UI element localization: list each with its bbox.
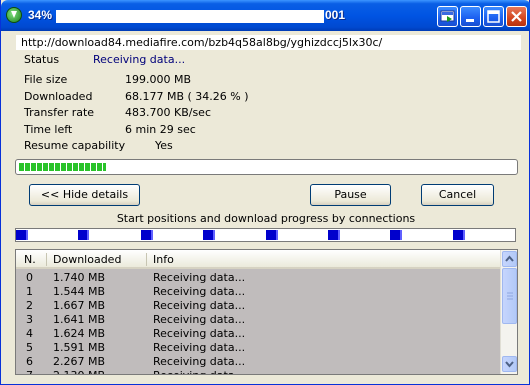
table-row[interactable]: 3 1.641 MB Receiving data... xyxy=(16,313,500,327)
maximize-icon xyxy=(487,10,500,23)
tray-icon xyxy=(440,10,455,22)
cell-downloaded: 1.641 MB xyxy=(53,313,106,326)
info-label: Resume capability xyxy=(24,139,126,152)
cell-downloaded: 1.740 MB xyxy=(53,271,106,284)
table-row[interactable]: 4 1.624 MB Receiving data... xyxy=(16,327,500,341)
table-row[interactable]: 6 2.267 MB Receiving data... xyxy=(16,355,500,369)
column-header-downloaded[interactable]: Downloaded xyxy=(53,253,121,266)
cell-n: 5 xyxy=(26,341,33,354)
cell-info: Receiving data... xyxy=(153,299,246,312)
window-title-suffix: 001 xyxy=(325,8,346,22)
cell-downloaded: 2.267 MB xyxy=(53,355,106,368)
download-window: 34% 001 http://download84.mediafire.com/… xyxy=(0,0,530,385)
status-value: Receiving data... xyxy=(93,53,186,66)
cell-n: 4 xyxy=(26,327,33,340)
cell-downloaded: 1.624 MB xyxy=(53,327,106,340)
send-to-tray-button[interactable] xyxy=(437,6,458,27)
cell-downloaded: 1.591 MB xyxy=(53,341,106,354)
column-divider[interactable] xyxy=(146,253,147,266)
cell-info: Receiving data... xyxy=(153,327,246,340)
download-progress-bar xyxy=(15,159,518,175)
close-icon xyxy=(511,11,522,22)
table-row[interactable]: 7 2.130 MB Receiving data... xyxy=(16,369,500,374)
connection-segment xyxy=(16,230,28,240)
connection-segment xyxy=(141,230,153,240)
download-url: http://download84.mediafire.com/bzb4q58a… xyxy=(16,35,521,50)
connections-progress-bar xyxy=(15,228,516,242)
connection-segment xyxy=(328,230,340,240)
info-label: Time left xyxy=(24,122,73,136)
info-value: 199.000 MB xyxy=(125,73,192,86)
pause-button[interactable]: Pause xyxy=(310,184,391,206)
title-redaction xyxy=(56,10,324,23)
status-label: Status xyxy=(24,53,60,66)
connection-segment xyxy=(266,230,278,240)
cell-n: 7 xyxy=(26,369,33,374)
connection-segment xyxy=(78,230,89,240)
table-scrollbar[interactable] xyxy=(500,250,517,374)
table-row[interactable]: 2 1.667 MB Receiving data... xyxy=(16,299,500,313)
table-row[interactable]: 5 1.591 MB Receiving data... xyxy=(16,341,500,355)
table-row[interactable]: 0 1.740 MB Receiving data... xyxy=(16,271,500,285)
table-row[interactable]: 1 1.544 MB Receiving data... xyxy=(16,285,500,299)
minimize-icon xyxy=(466,19,474,22)
info-label: Downloaded xyxy=(24,89,93,103)
connection-segment xyxy=(453,230,465,240)
connection-segment xyxy=(390,230,402,240)
maximize-button[interactable] xyxy=(483,6,504,27)
scroll-up-button[interactable] xyxy=(502,251,517,267)
info-value: 6 min 29 sec xyxy=(125,122,196,136)
chevron-down-icon xyxy=(505,361,514,368)
info-value: 68.177 MB ( 34.26 % ) xyxy=(125,89,249,103)
cell-n: 1 xyxy=(26,285,33,298)
cancel-button[interactable]: Cancel xyxy=(421,184,494,206)
cell-n: 2 xyxy=(26,299,33,312)
minimize-button[interactable] xyxy=(460,6,481,27)
grip-icon xyxy=(507,292,513,300)
cell-info: Receiving data... xyxy=(153,369,245,374)
cell-downloaded: 1.667 MB xyxy=(53,299,106,312)
cell-info: Receiving data... xyxy=(153,313,246,326)
info-label: File size xyxy=(24,73,68,86)
column-header-number[interactable]: N. xyxy=(24,253,36,266)
cell-n: 3 xyxy=(26,313,33,326)
cell-info: Receiving data... xyxy=(153,341,246,354)
column-divider[interactable] xyxy=(46,253,47,266)
title-bar[interactable]: 34% 001 xyxy=(1,0,530,31)
connection-segment xyxy=(203,230,215,240)
scroll-down-button[interactable] xyxy=(502,356,517,372)
cell-n: 0 xyxy=(26,271,33,284)
cell-n: 6 xyxy=(26,355,33,368)
info-label: Transfer rate xyxy=(24,106,95,119)
connections-table: N. Downloaded Info 0 1.740 MB Receiving da… xyxy=(15,249,518,375)
scroll-thumb[interactable] xyxy=(502,268,517,324)
hide-details-button[interactable]: << Hide details xyxy=(29,184,140,206)
cell-info: Receiving data... xyxy=(153,285,246,298)
cell-info: Receiving data... xyxy=(153,355,246,368)
column-header-info[interactable]: Info xyxy=(153,253,174,266)
window-title-percent: 34% xyxy=(28,8,53,22)
download-arrow-icon xyxy=(6,7,22,23)
download-progress-fill xyxy=(19,163,106,171)
cell-info: Receiving data... xyxy=(153,271,246,284)
chevron-up-icon xyxy=(505,255,514,262)
table-header: N. Downloaded Info xyxy=(16,250,500,269)
info-value: 483.700 KB/sec xyxy=(125,106,211,119)
info-value: Yes xyxy=(155,139,173,152)
cell-downloaded: 2.130 MB xyxy=(53,369,105,374)
cell-downloaded: 1.544 MB xyxy=(53,285,106,298)
connections-caption: Start positions and download progress by… xyxy=(116,212,416,225)
close-button[interactable] xyxy=(506,6,527,27)
